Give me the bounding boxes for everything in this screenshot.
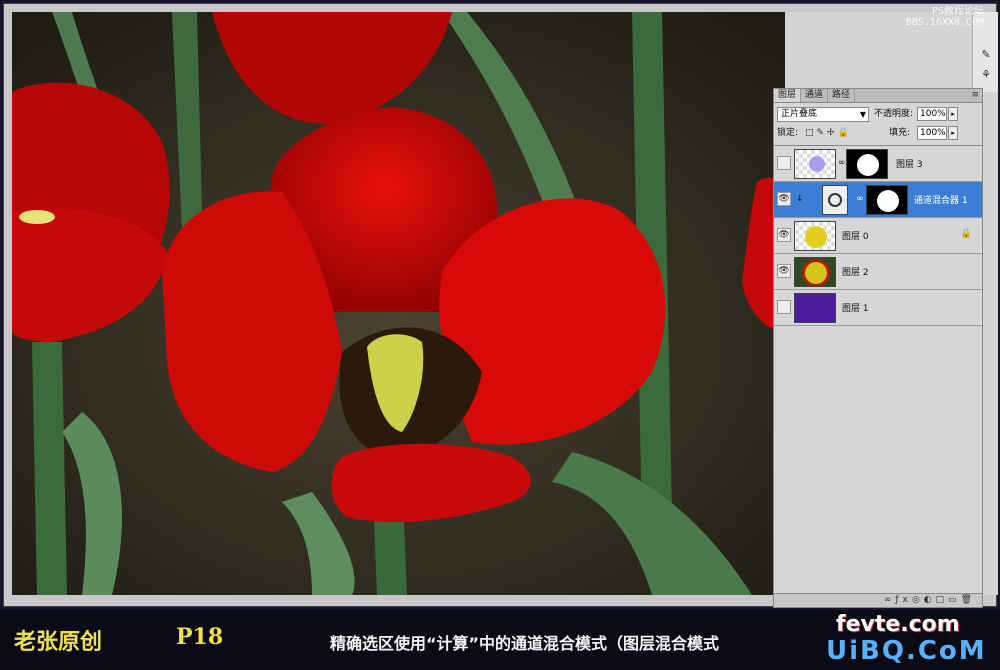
opacity-field[interactable]: 100%	[917, 107, 947, 121]
lock-options[interactable]: □✎✢🔒	[805, 128, 852, 138]
tab-layers[interactable]: 图层	[774, 89, 802, 102]
layer-thumbnail	[794, 293, 836, 323]
layer-panel-footer-icons[interactable]: ∞ƒx◎◐□▭🗑	[774, 593, 982, 607]
layer-row-channel-mixer[interactable]: 👁 ↓ ∞ 通道混合器 1	[774, 182, 982, 218]
blend-mode-value: 正片叠底	[781, 109, 818, 119]
layer-thumbnail	[794, 257, 836, 287]
mask-thumbnail[interactable]	[846, 149, 888, 179]
watermark-line1: PS教程论坛	[931, 6, 984, 17]
author-label: 老张原创	[14, 629, 103, 655]
watermark-line2: BBS.16XX8.COM	[905, 17, 984, 28]
layer-name: 图层 3	[896, 160, 923, 170]
blend-mode-select[interactable]: 正片叠底 ▼	[777, 107, 869, 122]
forum-watermark: PS教程论坛 BBS.16XX8.COM	[906, 6, 984, 28]
visibility-toggle[interactable]	[777, 156, 791, 170]
visibility-toggle[interactable]	[777, 300, 791, 314]
layer-name: 图层 1	[842, 304, 869, 314]
opacity-label: 不透明度:	[874, 109, 914, 119]
page-number: P18	[176, 624, 224, 650]
fill-field[interactable]: 100%	[917, 126, 947, 140]
adjustment-icon	[822, 185, 848, 215]
layer-thumbnail	[794, 221, 836, 251]
opacity-arrow-icon[interactable]: ▸	[948, 107, 958, 121]
fill-label: 填充:	[889, 128, 911, 138]
layer-name: 图层 2	[842, 268, 869, 278]
lock-icon: 🔒	[960, 229, 972, 239]
tab-channels[interactable]: 通道	[801, 89, 829, 102]
layer-name: 通道混合器 1	[914, 196, 968, 206]
layers-panel: 图层 通道 路径 ≡ 正片叠底 ▼ 不透明度: 100% ▸ 锁定: □✎✢🔒 …	[773, 88, 983, 608]
fill-arrow-icon[interactable]: ▸	[948, 126, 958, 140]
clip-arrow-icon: ↓	[796, 194, 804, 204]
layer-row-layer0[interactable]: 👁 图层 0 🔒	[774, 218, 982, 254]
layer-row-layer3[interactable]: ∞ 图层 3	[774, 146, 982, 182]
chain-link-icon[interactable]: ∞	[838, 158, 846, 168]
clone-icon[interactable]: ⚘	[977, 68, 995, 84]
mask-thumbnail[interactable]	[866, 185, 908, 215]
layer-name: 图层 0	[842, 232, 869, 242]
layer-row-layer2[interactable]: 👁 图层 2	[774, 254, 982, 290]
panel-menu-icon[interactable]: ≡	[971, 90, 979, 100]
document-canvas[interactable]	[12, 12, 785, 595]
brand-logo-text: fevte.com	[836, 612, 960, 637]
tab-paths[interactable]: 路径	[828, 89, 856, 102]
caption-bar: 老张原创 P18 精确选区使用“计算”中的通道混合模式（图层混合模式 fevte…	[0, 610, 1000, 670]
layer-thumbnail	[794, 149, 836, 179]
lock-label: 锁定:	[777, 128, 799, 138]
brush-icon[interactable]: ✎	[977, 48, 995, 64]
screenshot-frame: ✎ ⚘ PS教程论坛 BBS.16XX8.COM 图层 通道 路径 ≡ 正片叠底…	[0, 0, 1000, 670]
eye-icon[interactable]: 👁	[777, 228, 791, 242]
layer-row-layer1[interactable]: 图层 1	[774, 290, 982, 326]
eye-icon[interactable]: 👁	[777, 192, 791, 206]
eye-icon[interactable]: 👁	[777, 264, 791, 278]
brand-logo-sub: UiBQ.CoM	[826, 636, 987, 666]
panel-tabs: 图层 通道 路径 ≡	[774, 89, 982, 103]
chain-link-icon[interactable]: ∞	[856, 194, 864, 204]
caption-text: 精确选区使用“计算”中的通道混合模式（图层混合模式	[330, 634, 720, 653]
layer-list: ∞ 图层 3 👁 ↓ ∞ 通道混合器 1 �	[774, 145, 982, 595]
tulip-photo	[12, 12, 785, 595]
chevron-down-icon: ▼	[859, 110, 866, 119]
